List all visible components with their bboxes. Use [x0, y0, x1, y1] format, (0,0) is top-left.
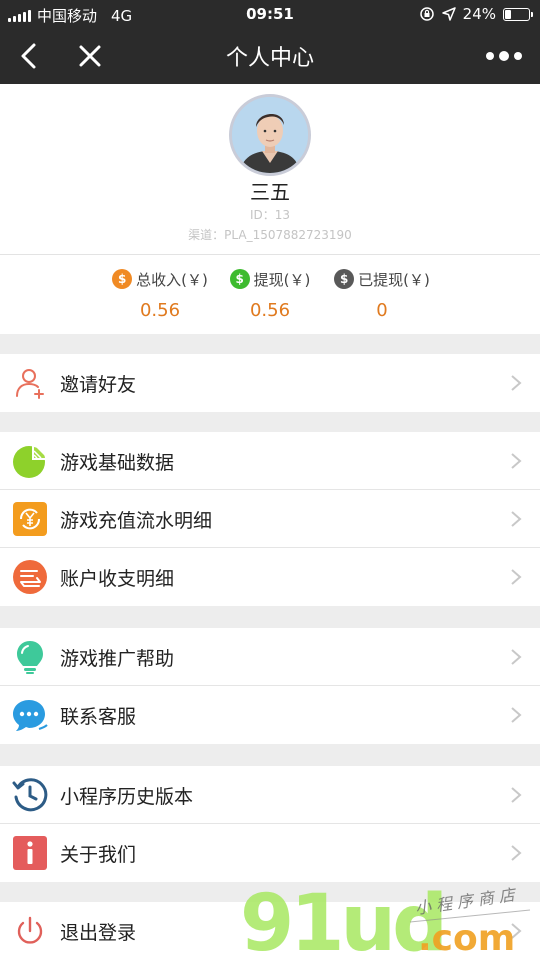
menu-label: 账户收支明细	[60, 568, 175, 590]
menu-item-history-version[interactable]: 小程序历史版本	[0, 766, 540, 824]
transfer-icon	[13, 560, 47, 594]
status-bar: 中国移动 4G 09:51 24%	[0, 0, 540, 28]
more-dots-icon[interactable]	[482, 38, 526, 74]
chevron-right-icon	[511, 569, 522, 585]
menu-label: 联系客服	[60, 706, 137, 728]
avatar[interactable]	[229, 94, 311, 176]
chat-bubble-icon	[13, 700, 48, 731]
menu-item-game-data[interactable]: 游戏基础数据	[0, 432, 540, 490]
coin-icon: $	[334, 269, 355, 289]
battery-percent: 24%	[462, 5, 496, 23]
coin-icon: $	[229, 269, 250, 289]
add-user-icon	[16, 369, 44, 399]
chevron-right-icon	[511, 923, 522, 939]
menu-item-about-us[interactable]: 关于我们	[0, 824, 540, 882]
menu-label: 邀请好友	[60, 374, 137, 396]
history-clock-icon	[12, 778, 48, 812]
stat-label: 已提现(￥)	[358, 270, 430, 289]
lightbulb-icon	[17, 641, 43, 674]
user-channel: 渠道：PLA_1507882723190	[188, 228, 352, 242]
stat-withdrawn[interactable]: $ 已提现(￥) 0	[312, 267, 452, 321]
menu-label: 游戏基础数据	[60, 452, 175, 474]
chevron-right-icon	[511, 649, 522, 665]
menu-group-about: 小程序历史版本 关于我们	[0, 766, 540, 882]
menu-group-invite: 邀请好友	[0, 354, 540, 412]
earnings-summary: $ 总收入(￥) 0.56 $ 提现(￥) 0.56 $ 已提现(￥) 0	[0, 254, 540, 334]
menu-label: 游戏充值流水明细	[60, 510, 213, 532]
menu-label: 游戏推广帮助	[60, 648, 175, 670]
battery-icon	[503, 7, 533, 21]
menu-group-logout: 退出登录	[0, 902, 540, 960]
coin-icon: $	[112, 269, 133, 289]
info-icon	[13, 836, 47, 870]
user-name: 三五	[250, 180, 290, 204]
menu-group-help: 游戏推广帮助 联系客服	[0, 628, 540, 744]
menu-item-recharge-flow[interactable]: 游戏充值流水明细	[0, 490, 540, 548]
menu-item-account-detail[interactable]: 账户收支明细	[0, 548, 540, 606]
chevron-right-icon	[511, 511, 522, 527]
menu-label: 退出登录	[60, 922, 137, 944]
chevron-right-icon	[511, 707, 522, 723]
menu-label: 小程序历史版本	[60, 786, 194, 808]
nav-bar: 个人中心	[0, 28, 540, 84]
page-title: 个人中心	[225, 46, 314, 71]
chevron-right-icon	[511, 453, 522, 469]
location-icon	[441, 7, 456, 21]
chevron-right-icon	[511, 787, 522, 803]
rotation-lock-icon	[419, 7, 434, 21]
menu-item-logout[interactable]: 退出登录	[0, 902, 540, 960]
stat-value: 0	[376, 300, 388, 321]
power-icon	[17, 916, 43, 944]
stat-label: 总收入(￥)	[136, 270, 208, 289]
profile-card: 三五 ID：13 渠道：PLA_1507882723190	[0, 84, 540, 254]
yen-refresh-icon	[13, 502, 47, 536]
stat-label: 提现(￥)	[253, 270, 311, 289]
menu-group-data: 游戏基础数据 游戏充值流水明细 账户收支明细	[0, 432, 540, 606]
menu-item-invite[interactable]: 邀请好友	[0, 354, 540, 412]
menu-label: 关于我们	[60, 844, 137, 866]
user-id: ID：13	[249, 208, 291, 222]
chevron-right-icon	[511, 845, 522, 861]
menu-item-promo-help[interactable]: 游戏推广帮助	[0, 628, 540, 686]
pie-chart-icon	[13, 445, 47, 478]
menu-item-customer-service[interactable]: 联系客服	[0, 686, 540, 744]
chevron-right-icon	[511, 375, 522, 391]
